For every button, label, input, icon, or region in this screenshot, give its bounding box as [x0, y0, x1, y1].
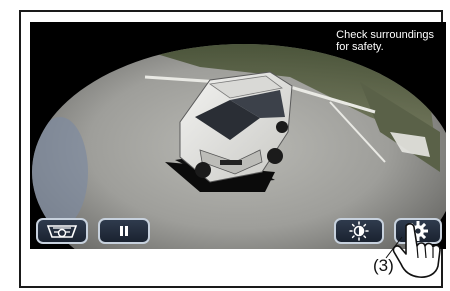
callout-leader-line — [385, 236, 403, 259]
callout-number: (3) — [373, 256, 394, 275]
pointing-hand-icon — [386, 222, 450, 285]
